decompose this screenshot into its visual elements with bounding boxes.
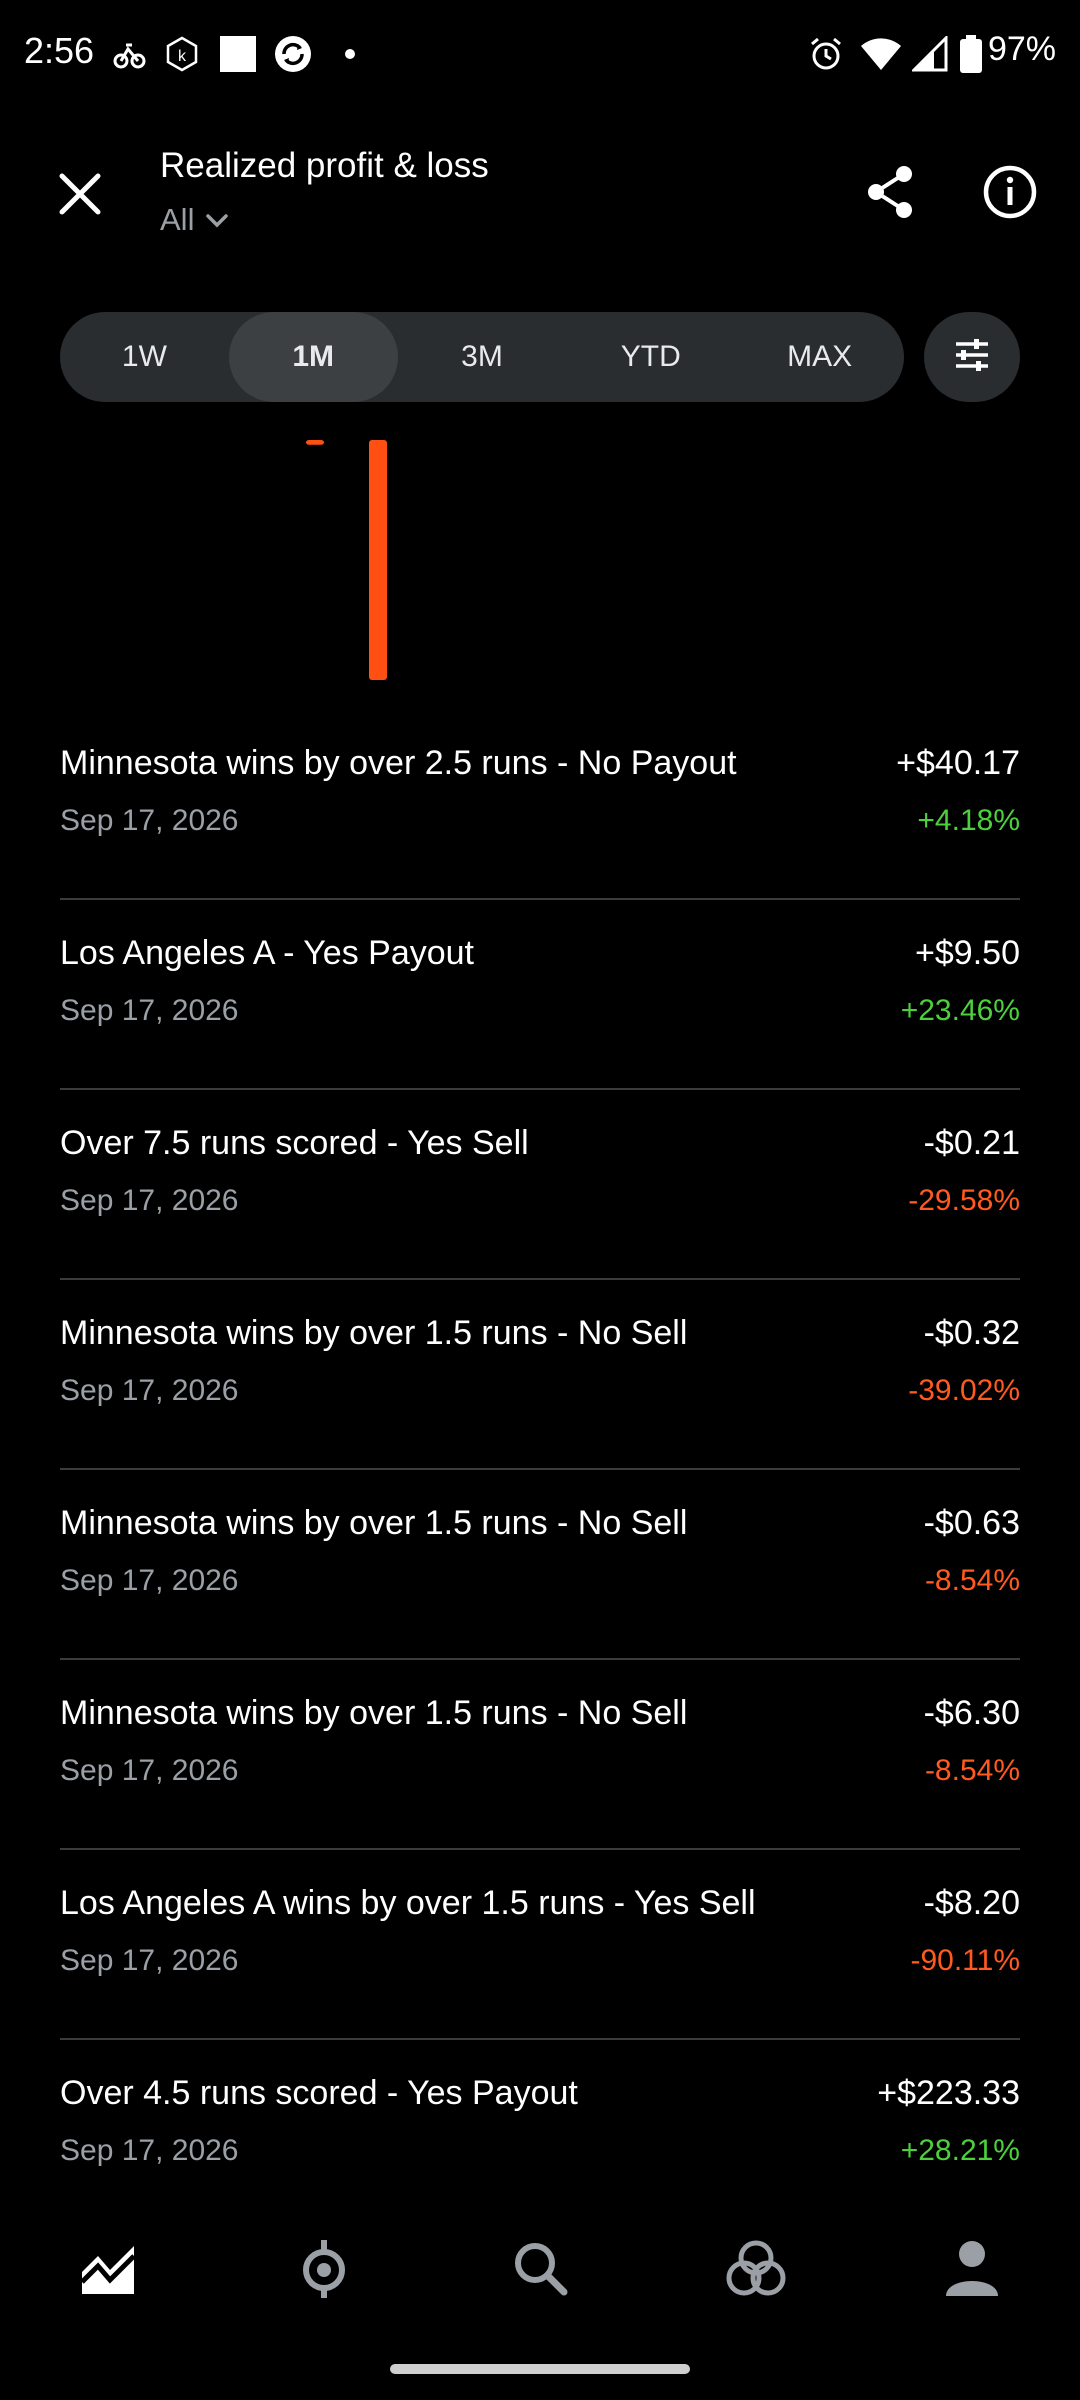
range-ytd[interactable]: YTD xyxy=(566,312,735,402)
status-time: 2:56 xyxy=(24,30,95,71)
battery-icon xyxy=(960,35,982,73)
pnl-chart xyxy=(0,420,1080,720)
trade-percent: +28.21% xyxy=(900,2134,1020,2167)
trade-amount: +$9.50 xyxy=(915,934,1020,972)
trade-name: Minnesota wins by over 2.5 runs - No Pay… xyxy=(60,744,737,782)
header: Realized profit & loss All xyxy=(0,120,1080,260)
trade-row[interactable]: Minnesota wins by over 1.5 runs - No Sel… xyxy=(60,1280,1020,1470)
trade-row[interactable]: Minnesota wins by over 2.5 runs - No Pay… xyxy=(60,710,1020,900)
wifi-icon xyxy=(860,36,902,72)
nav-sports[interactable] xyxy=(264,2220,384,2320)
trade-date: Sep 17, 2026 xyxy=(60,2134,239,2167)
chevron-down-icon xyxy=(204,202,230,238)
range-3m[interactable]: 3M xyxy=(398,312,567,402)
info-icon[interactable] xyxy=(978,160,1042,224)
trade-amount: -$8.20 xyxy=(923,1884,1020,1922)
range-selector: 1W 1M 3M YTD MAX xyxy=(60,312,904,402)
trade-amount: -$0.32 xyxy=(923,1314,1020,1352)
markets-icon xyxy=(724,2238,788,2303)
bike-icon xyxy=(112,36,146,72)
trade-list: Minnesota wins by over 2.5 runs - No Pay… xyxy=(60,710,1020,2230)
share-icon[interactable] xyxy=(860,160,924,224)
trade-date: Sep 17, 2026 xyxy=(60,1944,239,1977)
trade-amount: +$40.17 xyxy=(896,744,1020,782)
svg-text:k: k xyxy=(178,48,187,65)
trade-name: Minnesota wins by over 1.5 runs - No Sel… xyxy=(60,1504,688,1542)
profile-icon xyxy=(944,2238,1000,2303)
trade-name: Minnesota wins by over 1.5 runs - No Sel… xyxy=(60,1694,688,1732)
dot-icon xyxy=(344,36,356,72)
trade-date: Sep 17, 2026 xyxy=(60,1184,239,1217)
alarm-icon xyxy=(808,36,844,72)
trade-amount: +$223.33 xyxy=(877,2074,1020,2112)
trade-name: Over 7.5 runs scored - Yes Sell xyxy=(60,1124,529,1162)
trade-name: Los Angeles A - Yes Payout xyxy=(60,934,474,972)
trade-row[interactable]: Minnesota wins by over 1.5 runs - No Sel… xyxy=(60,1660,1020,1850)
trade-row[interactable]: Los Angeles A - Yes Payout Sep 17, 2026 +$… xyxy=(60,900,1020,1090)
trade-percent: +4.18% xyxy=(917,804,1020,837)
trade-name: Minnesota wins by over 1.5 runs - No Sel… xyxy=(60,1314,688,1352)
trade-amount: -$0.21 xyxy=(923,1124,1020,1162)
status-bar: 2:56 k 97% xyxy=(0,0,1080,110)
pnl-chart-svg xyxy=(306,440,387,680)
signal-icon xyxy=(912,36,948,72)
trade-date: Sep 17, 2026 xyxy=(60,1564,239,1597)
trade-percent: -39.02% xyxy=(908,1374,1020,1407)
trade-name: Los Angeles A wins by over 1.5 runs - Ye… xyxy=(60,1884,756,1922)
trade-percent: -8.54% xyxy=(924,1754,1020,1787)
trade-name: Over 4.5 runs scored - Yes Payout xyxy=(60,2074,578,2112)
bottom-nav xyxy=(0,2200,1080,2340)
trade-row[interactable]: Over 7.5 runs scored - Yes Sell Sep 17, 2… xyxy=(60,1090,1020,1280)
sports-icon xyxy=(294,2238,354,2303)
nav-markets[interactable] xyxy=(696,2220,816,2320)
account-filter-label: All xyxy=(160,202,195,237)
trade-row[interactable]: Los Angeles A wins by over 1.5 runs - Ye… xyxy=(60,1850,1020,2040)
trade-row[interactable]: Minnesota wins by over 1.5 runs - No Sel… xyxy=(60,1470,1020,1660)
range-1m[interactable]: 1M xyxy=(228,312,398,402)
trade-amount: -$0.63 xyxy=(923,1504,1020,1542)
nav-profile[interactable] xyxy=(912,2220,1032,2320)
nav-search[interactable] xyxy=(480,2220,600,2320)
chart-bar xyxy=(369,440,387,680)
trade-percent: -8.54% xyxy=(924,1564,1020,1597)
trade-percent: +23.46% xyxy=(900,994,1020,1027)
chart-icon xyxy=(78,2238,138,2303)
filter-button[interactable] xyxy=(924,312,1020,402)
trade-date: Sep 17, 2026 xyxy=(60,1754,239,1787)
range-1w[interactable]: 1W xyxy=(60,312,229,402)
search-icon xyxy=(510,2238,570,2303)
white-square-icon xyxy=(220,36,256,72)
nav-chart[interactable] xyxy=(48,2220,168,2320)
close-icon[interactable] xyxy=(50,164,110,224)
home-indicator[interactable] xyxy=(390,2364,690,2374)
trade-amount: -$6.30 xyxy=(923,1694,1020,1732)
trade-date: Sep 17, 2026 xyxy=(60,1374,239,1407)
sync-icon xyxy=(274,36,312,72)
trade-percent: -29.58% xyxy=(908,1184,1020,1217)
trade-percent: -90.11% xyxy=(910,1944,1020,1977)
page-title: Realized profit & loss xyxy=(160,146,489,185)
trade-date: Sep 17, 2026 xyxy=(60,994,239,1027)
sliders-icon xyxy=(952,335,992,380)
k-badge-icon: k xyxy=(164,36,200,72)
range-max[interactable]: MAX xyxy=(735,312,904,402)
chart-bar xyxy=(306,440,324,445)
account-filter-dropdown[interactable]: All xyxy=(160,202,230,238)
trade-date: Sep 17, 2026 xyxy=(60,804,239,837)
battery-percent: 97% xyxy=(987,30,1056,68)
